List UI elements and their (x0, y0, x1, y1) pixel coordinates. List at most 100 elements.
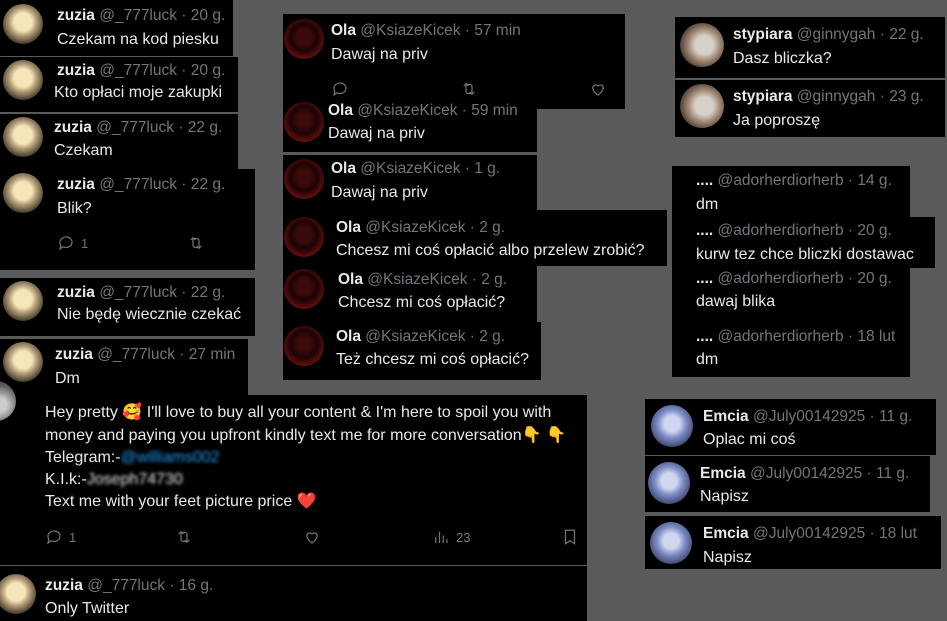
author-handle[interactable]: @_777luck (87, 577, 165, 594)
author-name[interactable]: Emcia (700, 465, 746, 482)
author-name[interactable]: Ola (331, 22, 356, 39)
timestamp[interactable]: 20 g. (857, 222, 891, 239)
emcia-post-1[interactable]: Emcia @July00142925 · 11 g. Oplac mi coś (645, 399, 936, 455)
author-handle[interactable]: @adorherdiorherb (718, 172, 844, 189)
timestamp[interactable]: 20 g. (857, 270, 891, 287)
views-button[interactable]: 23 (432, 528, 470, 546)
author-name[interactable]: zuzia (57, 284, 95, 301)
avatar[interactable] (3, 60, 43, 100)
author-handle[interactable]: @July00142925 (750, 465, 862, 482)
author-handle[interactable]: @_777luck (99, 62, 177, 79)
timestamp[interactable]: 22 g. (188, 119, 222, 136)
bookmark-button[interactable] (561, 528, 579, 546)
avatar[interactable] (650, 522, 692, 564)
author-name[interactable]: .... (696, 172, 713, 189)
author-handle[interactable]: @July00142925 (753, 408, 865, 425)
author-name[interactable]: zuzia (55, 346, 93, 363)
ador-post-2[interactable]: .... @adorherdiorherb · 20 g. kurw tez c… (672, 217, 935, 268)
stypiara-post-2[interactable]: stypiara @ginnygah · 23 g. Ja poproszę (675, 80, 945, 137)
author-handle[interactable]: @adorherdiorherb (718, 328, 844, 345)
timestamp[interactable]: 2 g. (481, 271, 507, 288)
timestamp[interactable]: 22 g. (889, 26, 923, 43)
avatar[interactable] (284, 217, 324, 257)
author-name[interactable]: Emcia (703, 408, 749, 425)
author-name[interactable]: zuzia (54, 119, 92, 136)
avatar[interactable] (648, 462, 690, 504)
avatar[interactable] (3, 342, 43, 382)
author-handle[interactable]: @_777luck (96, 119, 174, 136)
timestamp[interactable]: 18 lut (879, 525, 917, 542)
author-handle[interactable]: @KsiazeKicek (357, 102, 457, 119)
zuzia-post-5[interactable]: zuzia @_777luck · 22 g. Nie będę wieczni… (0, 278, 255, 336)
author-name[interactable]: .... (696, 328, 713, 345)
author-handle[interactable]: @_777luck (99, 176, 177, 193)
ola-post-5[interactable]: Ola @KsiazeKicek · 2 g. Chcesz mi coś op… (283, 265, 537, 323)
ola-post-1[interactable]: Ola @KsiazeKicek · 57 min Dawaj na priv (283, 14, 625, 109)
avatar[interactable] (0, 574, 36, 614)
author-handle[interactable]: @_777luck (99, 284, 177, 301)
zuzia-post-3[interactable]: zuzia @_777luck · 22 g. Czekam (0, 114, 238, 169)
stypiara-post-1[interactable]: stypiara @ginnygah · 22 g. Dasz bliczka? (675, 17, 945, 78)
zuzia-post-2[interactable]: zuzia @_777luck · 20 g. Kto opłaci moje … (0, 57, 238, 112)
timestamp[interactable]: 22 g. (191, 284, 225, 301)
author-name[interactable]: zuzia (57, 176, 95, 193)
avatar[interactable] (284, 19, 324, 59)
author-name[interactable]: stypiara (733, 88, 792, 105)
zuzia-post-4[interactable]: zuzia @_777luck · 22 g. Blik? 1 (0, 169, 255, 270)
author-name[interactable]: zuzia (57, 7, 95, 24)
avatar[interactable] (3, 117, 43, 157)
timestamp[interactable]: 18 lut (857, 328, 895, 345)
ola-post-4[interactable]: Ola @KsiazeKicek · 2 g. Chcesz mi coś op… (283, 210, 667, 266)
author-name[interactable]: Ola (336, 328, 361, 345)
author-name[interactable]: zuzia (45, 577, 83, 594)
avatar[interactable] (3, 281, 43, 321)
author-handle[interactable]: @_777luck (99, 7, 177, 24)
timestamp[interactable]: 11 g. (879, 408, 912, 425)
spam-post[interactable]: Hey pretty 🥰 I'll love to buy all your c… (0, 381, 587, 565)
avatar[interactable] (680, 23, 724, 67)
avatar[interactable] (284, 269, 324, 309)
author-handle[interactable]: @KsiazeKicek (360, 22, 460, 39)
timestamp[interactable]: 1 g. (474, 160, 500, 177)
author-handle[interactable]: @ginnygah (797, 26, 876, 43)
timestamp[interactable]: 16 g. (179, 577, 213, 594)
emcia-post-2[interactable]: Emcia @July00142925 · 11 g. Napisz (645, 456, 930, 512)
author-handle[interactable]: @adorherdiorherb (718, 222, 844, 239)
zuzia-post-6[interactable]: zuzia @_777luck · 27 min Dm (0, 339, 248, 395)
telegram-handle-link[interactable]: @williams002 (121, 449, 220, 466)
author-name[interactable]: .... (696, 222, 713, 239)
timestamp[interactable]: 20 g. (191, 7, 225, 24)
avatar[interactable] (284, 102, 324, 142)
like-button[interactable] (303, 528, 321, 546)
author-name[interactable]: .... (696, 270, 713, 287)
ador-post-3[interactable]: .... @adorherdiorherb · 20 g. dawaj blik… (672, 267, 910, 321)
avatar[interactable] (284, 326, 324, 366)
timestamp[interactable]: 14 g. (857, 172, 891, 189)
author-handle[interactable]: @KsiazeKicek (360, 160, 460, 177)
author-handle[interactable]: @_777luck (97, 346, 175, 363)
timestamp[interactable]: 2 g. (479, 328, 505, 345)
reply-button[interactable]: 1 (57, 234, 88, 252)
author-handle[interactable]: @July00142925 (753, 525, 865, 542)
reply-button[interactable] (331, 80, 349, 98)
zuzia-post-1[interactable]: zuzia @_777luck · 20 g. Czekam na kod pi… (0, 0, 233, 56)
retweet-button[interactable] (460, 80, 478, 98)
author-handle[interactable]: @KsiazeKicek (365, 219, 465, 236)
author-handle[interactable]: @adorherdiorherb (718, 270, 844, 287)
retweet-button[interactable] (187, 234, 205, 252)
author-name[interactable]: Ola (328, 102, 353, 119)
timestamp[interactable]: 20 g. (191, 62, 225, 79)
author-name[interactable]: stypiara (733, 26, 792, 43)
author-name[interactable]: Ola (338, 271, 363, 288)
avatar[interactable] (3, 4, 43, 44)
reply-button[interactable]: 1 (45, 528, 76, 546)
ola-post-2[interactable]: Ola @KsiazeKicek · 59 min Dawaj na priv (283, 97, 537, 152)
zuzia-post-bottom[interactable]: zuzia @_777luck · 16 g. Only Twitter (0, 566, 587, 621)
avatar[interactable] (284, 159, 324, 199)
timestamp[interactable]: 2 g. (479, 219, 505, 236)
author-name[interactable]: Ola (331, 160, 356, 177)
retweet-button[interactable] (175, 528, 193, 546)
timestamp[interactable]: 59 min (471, 102, 518, 119)
avatar[interactable] (680, 84, 724, 128)
ola-post-3[interactable]: Ola @KsiazeKicek · 1 g. Dawaj na priv (283, 155, 537, 210)
